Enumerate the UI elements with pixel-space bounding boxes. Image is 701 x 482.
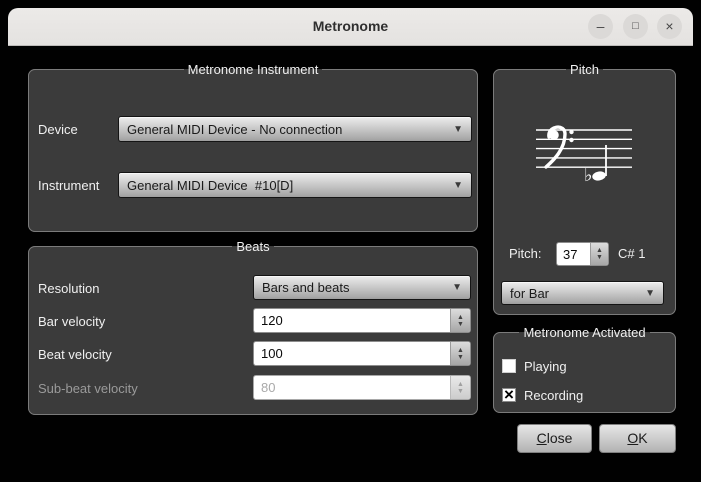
note-name-label: C# 1 <box>618 246 645 262</box>
chevron-down-icon: ▼ <box>645 288 655 299</box>
metronome-activated-group: Metronome Activated <box>493 325 676 413</box>
playing-checkbox-label[interactable]: Playing <box>524 359 567 375</box>
sub-beat-velocity-spinbox: 80 ▲ ▼ <box>253 375 471 400</box>
sub-beat-velocity-label: Sub-beat velocity <box>38 381 138 397</box>
pitch-scope-dropdown-value: for Bar <box>510 286 639 301</box>
pitch-group-title: Pitch <box>566 62 603 77</box>
instrument-label: Instrument <box>38 178 99 194</box>
svg-text:♭: ♭ <box>584 165 593 186</box>
bar-velocity-spinbox[interactable]: 120 ▲ ▼ <box>253 308 471 333</box>
spin-down-icon: ▼ <box>457 388 464 395</box>
beats-group-title: Beats <box>232 239 273 254</box>
device-dropdown-value: General MIDI Device - No connection <box>127 122 447 137</box>
chevron-down-icon: ▼ <box>452 282 462 293</box>
pitch-label: Pitch: <box>509 246 542 262</box>
titlebar[interactable]: Metronome – □ × <box>8 8 693 46</box>
bar-velocity-label: Bar velocity <box>38 314 105 330</box>
playing-checkbox[interactable] <box>502 359 516 373</box>
chevron-down-icon: ▼ <box>453 124 463 135</box>
resolution-dropdown[interactable]: Bars and beats ▼ <box>253 275 471 300</box>
close-button-label: Close <box>518 425 591 452</box>
metronome-dialog: Metronome – □ × Metronome Instrument Dev… <box>0 0 701 482</box>
beat-velocity-value: 100 <box>261 346 283 361</box>
minimize-icon[interactable]: – <box>588 14 613 39</box>
spin-down-icon[interactable]: ▼ <box>457 354 464 361</box>
spin-up-icon[interactable]: ▲ <box>457 347 464 354</box>
recording-checkbox[interactable]: × <box>502 388 516 402</box>
spin-up-icon[interactable]: ▲ <box>457 314 464 321</box>
close-button[interactable]: Close <box>517 424 592 453</box>
bar-velocity-value: 120 <box>261 313 283 328</box>
metronome-instrument-group: Metronome Instrument <box>28 62 478 232</box>
spin-up-icon: ▲ <box>457 381 464 388</box>
pitch-group: Pitch <box>493 62 676 315</box>
instrument-dropdown-value: General MIDI Device #10[D] <box>127 178 447 193</box>
pitch-scope-dropdown[interactable]: for Bar ▼ <box>501 281 664 305</box>
spin-down-icon[interactable]: ▼ <box>596 254 603 261</box>
instrument-dropdown[interactable]: General MIDI Device #10[D] ▼ <box>118 172 472 198</box>
maximize-icon[interactable]: □ <box>623 14 648 39</box>
device-dropdown[interactable]: General MIDI Device - No connection ▼ <box>118 116 472 142</box>
bass-clef-icon <box>546 127 574 167</box>
ok-button[interactable]: OK <box>599 424 676 453</box>
sub-beat-velocity-value: 80 <box>261 380 275 395</box>
ok-button-label: OK <box>600 425 675 452</box>
recording-checkbox-label[interactable]: Recording <box>524 388 583 404</box>
device-label: Device <box>38 122 78 138</box>
spin-up-icon[interactable]: ▲ <box>596 247 603 254</box>
metronome-activated-group-title: Metronome Activated <box>519 325 649 340</box>
close-icon[interactable]: × <box>657 14 682 39</box>
bass-clef-staff-notation: ♭ <box>534 118 634 186</box>
metronome-instrument-group-title: Metronome Instrument <box>184 62 323 77</box>
beat-velocity-spinbox[interactable]: 100 ▲ ▼ <box>253 341 471 366</box>
resolution-dropdown-value: Bars and beats <box>262 280 446 295</box>
pitch-spinbox[interactable]: 37 ▲ ▼ <box>556 242 609 266</box>
spin-down-icon[interactable]: ▼ <box>457 321 464 328</box>
beat-velocity-label: Beat velocity <box>38 347 112 363</box>
chevron-down-icon: ▼ <box>453 180 463 191</box>
resolution-label: Resolution <box>38 281 99 297</box>
note-icon: ♭ <box>584 145 606 186</box>
pitch-value: 37 <box>563 247 577 262</box>
